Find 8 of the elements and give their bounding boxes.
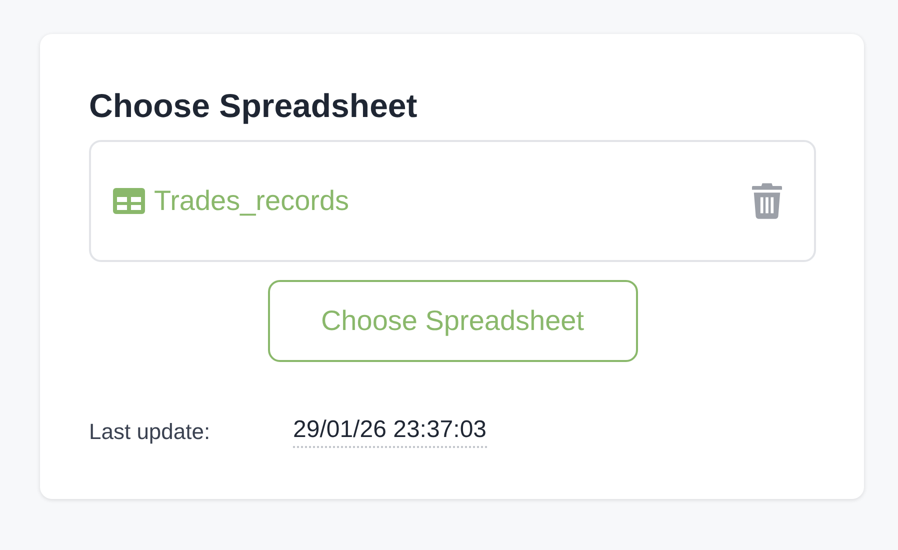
trash-icon xyxy=(752,183,782,219)
last-update-value: 29/01/26 23:37:03 xyxy=(293,416,487,448)
last-update-label: Last update: xyxy=(89,419,212,445)
section-title: Choose Spreadsheet xyxy=(89,86,418,126)
file-link[interactable]: Trades_records xyxy=(154,185,350,217)
table-icon xyxy=(113,188,145,214)
choose-spreadsheet-button[interactable]: Choose Spreadsheet xyxy=(268,280,638,362)
delete-button[interactable] xyxy=(752,183,782,219)
